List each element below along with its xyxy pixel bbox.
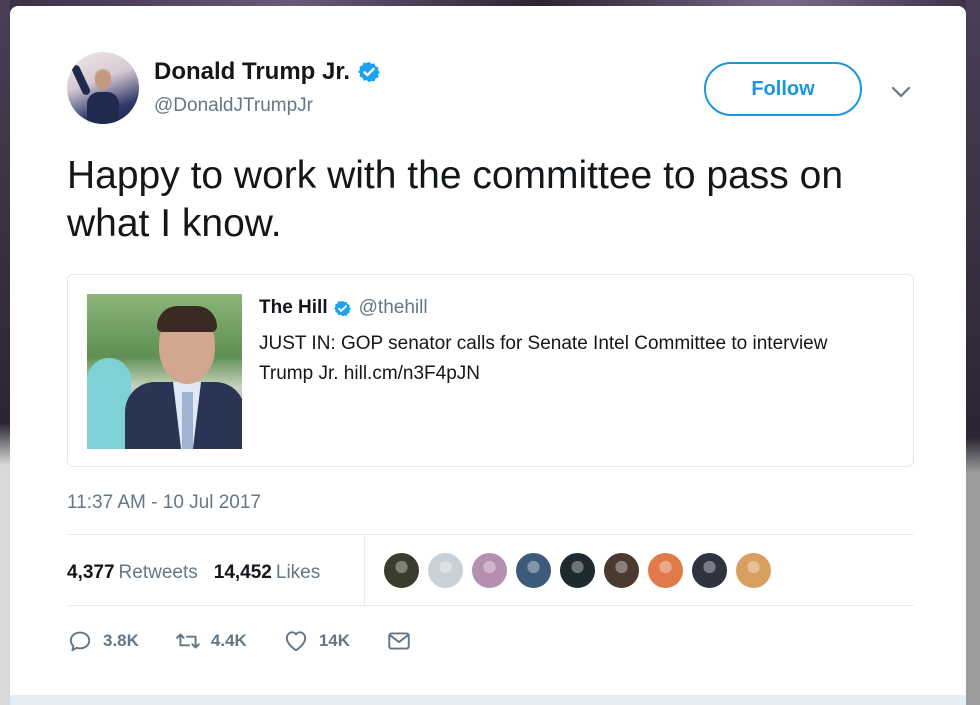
envelope-icon <box>388 632 410 650</box>
author-handle[interactable]: @DonaldJTrumpJr <box>154 95 313 117</box>
liker-avatar[interactable] <box>383 552 420 589</box>
retweets-count: 4,377 <box>67 562 115 583</box>
card-bottom-strip <box>10 695 966 705</box>
retweet-action[interactable]: 4.4K <box>175 628 247 654</box>
avatar-arm <box>70 63 92 97</box>
verified-badge-icon <box>358 61 381 83</box>
like-action[interactable]: 14K <box>283 628 350 654</box>
likes-count: 14,452 <box>213 562 272 583</box>
author-display-name[interactable]: Donald Trump Jr. <box>154 58 350 86</box>
quoted-tweet-photo <box>87 294 242 449</box>
liker-avatar[interactable] <box>559 552 596 589</box>
engagement-stats: 4,377 Retweets 14,452 Likes <box>67 562 320 584</box>
quoted-tweet-text: JUST IN: GOP senator calls for Senate In… <box>259 333 828 384</box>
photo-hair <box>157 306 217 332</box>
liker-avatar[interactable] <box>647 552 684 589</box>
retweet-icon <box>176 633 200 649</box>
author-name-row: Donald Trump Jr. <box>154 58 381 86</box>
photo-tie <box>182 392 193 449</box>
avatar-head <box>95 70 111 90</box>
quoted-author-row: The Hill @thehill <box>259 297 428 319</box>
avatar-suit <box>87 92 119 124</box>
liker-avatar[interactable] <box>515 552 552 589</box>
background-left <box>0 0 10 705</box>
retweet-count: 4.4K <box>210 631 247 650</box>
quoted-author-handle: @thehill <box>358 297 428 318</box>
tweet-actions: 3.8K 4.4K 14K <box>67 628 448 654</box>
likes-label: Likes <box>275 562 321 583</box>
liker-avatar[interactable] <box>471 552 508 589</box>
reply-count: 3.8K <box>103 631 139 650</box>
tweet-card: Donald Trump Jr. @DonaldJTrumpJr Follow … <box>10 6 966 705</box>
quoted-tweet[interactable]: The Hill @thehill JUST IN: GOP senator c… <box>67 274 914 467</box>
liker-avatar[interactable] <box>691 552 728 589</box>
follow-button[interactable]: Follow <box>704 62 862 116</box>
liker-avatar[interactable] <box>603 552 640 589</box>
likes-stat[interactable]: 14,452 Likes <box>214 562 320 584</box>
author-avatar[interactable] <box>67 52 139 124</box>
quoted-verified-badge-icon <box>333 300 351 316</box>
quoted-author-name: The Hill <box>259 297 328 318</box>
stats-divider-top <box>67 534 914 535</box>
chevron-down-icon[interactable] <box>890 84 912 100</box>
heart-icon <box>285 631 307 652</box>
stats-divider-vertical <box>364 534 365 606</box>
tweet-timestamp[interactable]: 11:37 AM - 10 Jul 2017 <box>67 492 261 514</box>
tweet-text: Happy to work with the committee to pass… <box>67 154 844 245</box>
liker-avatar[interactable] <box>427 552 464 589</box>
background-right <box>966 0 980 705</box>
retweets-stat[interactable]: 4,377 Retweets <box>67 562 198 584</box>
reply-icon <box>69 631 91 652</box>
reply-action[interactable]: 3.8K <box>67 628 139 654</box>
stats-divider-bottom <box>67 605 914 606</box>
direct-message-action[interactable] <box>386 628 412 654</box>
liker-avatar[interactable] <box>735 552 772 589</box>
like-count: 14K <box>318 631 351 650</box>
retweets-label: Retweets <box>118 562 198 583</box>
liker-avatars <box>383 552 772 589</box>
